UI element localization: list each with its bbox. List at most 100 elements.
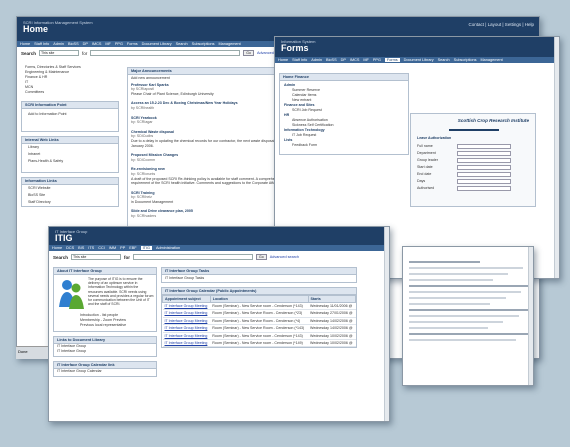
itig-search-for-label: for — [124, 254, 131, 260]
web-link-2[interactable]: Plans-Health & Safety — [22, 158, 118, 172]
form-fields: Full name Department Group leader Start dat… — [417, 144, 529, 193]
nav-tab[interactable]: DP — [341, 58, 346, 62]
itig-header: IT Interface Group ITIG — [49, 227, 389, 245]
nav-tab[interactable]: BioSS — [68, 42, 79, 46]
nav-tab[interactable]: DCS — [66, 246, 74, 250]
nav-tab[interactable]: Document Library — [142, 42, 172, 46]
nav-tab[interactable]: Document Library — [404, 58, 434, 62]
nav-tab[interactable]: Admin — [53, 42, 64, 46]
col-location-header[interactable]: Location — [209, 295, 309, 303]
info-link-0[interactable]: SCRI Website — [22, 185, 118, 192]
nav-tab[interactable]: CCI — [98, 246, 105, 250]
nav-tab[interactable]: Home — [278, 58, 288, 62]
calendar-table: Appointment subject Location Starts IT I… — [162, 295, 357, 348]
web-link-1[interactable]: Intranet — [22, 151, 118, 158]
nav-tab[interactable]: Forms — [384, 58, 400, 62]
itig-search-input[interactable] — [133, 254, 254, 260]
form-field-input[interactable] — [457, 172, 511, 177]
nav-tab[interactable]: Management — [218, 42, 240, 46]
nav-tab[interactable]: ITS — [88, 246, 94, 250]
info-link-2[interactable]: Staff Directory — [22, 199, 118, 206]
calendar-link[interactable]: IT Interface Group Calendar — [54, 369, 156, 376]
appointment-link[interactable]: IT Interface Group Meeting — [165, 311, 208, 315]
nav-tab[interactable]: Subscriptions — [192, 42, 215, 46]
nav-tab[interactable]: Management — [480, 58, 502, 62]
nav-tab[interactable]: PPG — [373, 58, 381, 62]
tasks-link[interactable]: IT Interface Group Tasks — [162, 275, 356, 282]
table-row[interactable]: IT Interface Group Meeting Room (Seminar)… — [162, 317, 356, 326]
nav-tab[interactable]: IMCS — [350, 58, 360, 62]
appointment-link[interactable]: IT Interface Group Meeting — [165, 341, 208, 345]
nav-tab[interactable]: Subscriptions — [454, 58, 477, 62]
document-text-line — [409, 291, 522, 293]
nav-tab[interactable]: MF — [105, 42, 110, 46]
document-scrollbar[interactable] — [528, 247, 533, 385]
itig-scrollbar[interactable] — [384, 227, 389, 421]
info-point-add-link[interactable]: Add to Information Point — [22, 109, 118, 131]
about-link[interactable]: Previous local representative — [80, 323, 152, 328]
itig-advanced-search-link[interactable]: Advanced search — [270, 255, 299, 259]
table-row[interactable]: IT Interface Group Meeting Room (Seminar)… — [162, 302, 356, 311]
document-text-line — [409, 267, 524, 269]
info-link-1[interactable]: BioSS Site — [22, 192, 118, 199]
nav-tab[interactable]: DP — [83, 42, 88, 46]
nav-tab[interactable]: EBF — [129, 246, 136, 250]
home-header-links[interactable]: Contact | Layout | Settings | Help — [468, 22, 534, 27]
nav-tab[interactable]: Home — [52, 246, 62, 250]
form-field-input[interactable] — [457, 144, 511, 149]
nav-tab[interactable]: BioSS — [326, 58, 337, 62]
appointment-link[interactable]: IT Interface Group Meeting — [165, 326, 208, 330]
nav-tab[interactable]: IMCS — [92, 42, 102, 46]
appointment-link[interactable]: IT Interface Group Meeting — [165, 304, 208, 308]
itig-search-scope-select[interactable]: This site — [71, 254, 122, 260]
form-field-input[interactable] — [457, 158, 511, 163]
form-field-input[interactable] — [457, 186, 511, 191]
nav-tab[interactable]: Home — [20, 42, 30, 46]
form-field-input[interactable] — [457, 165, 511, 170]
nav-tab[interactable]: Staff Info — [292, 58, 307, 62]
form-field-input[interactable] — [457, 151, 511, 156]
document-body — [409, 257, 533, 345]
table-cell: IT Interface Group Meeting — [162, 339, 211, 348]
left-nav-link[interactable]: Committees — [21, 90, 119, 95]
table-row[interactable]: IT Interface Group Meeting Room (Seminar)… — [162, 324, 356, 333]
nav-tab[interactable]: IMM — [109, 246, 116, 250]
table-cell: IT Interface Group Meeting — [162, 317, 211, 326]
nav-tab[interactable]: Forms — [127, 42, 138, 46]
form-field-input[interactable] — [457, 179, 511, 184]
nav-tab[interactable]: Search — [176, 42, 188, 46]
nav-tab[interactable]: ITIG — [140, 246, 153, 250]
form-logo: Scottish Crop Research Institute — [458, 118, 529, 123]
table-row[interactable]: IT Interface Group Meeting Room (Seminar)… — [162, 339, 356, 348]
nav-tab[interactable]: Staff Info — [34, 42, 49, 46]
form-field-row: Department — [417, 151, 529, 156]
tree-item[interactable]: Feedback Form — [284, 143, 404, 148]
form-field-label: Authorised — [417, 186, 435, 190]
nav-tab[interactable]: Search — [438, 58, 450, 62]
nav-tab[interactable]: MF — [363, 58, 368, 62]
search-input[interactable] — [90, 50, 241, 56]
form-heading: Leave Authorization — [417, 136, 452, 140]
nav-tab[interactable]: Administration — [156, 246, 180, 250]
itig-search-go-button[interactable]: Go — [256, 254, 267, 260]
search-go-button[interactable]: Go — [243, 50, 254, 56]
search-scope-select[interactable]: This site — [39, 50, 80, 56]
web-link-0[interactable]: Library — [22, 144, 118, 151]
appointment-link[interactable]: IT Interface Group Meeting — [165, 334, 208, 338]
appointment-link[interactable]: IT Interface Group Meeting — [165, 319, 208, 323]
col-starts-header[interactable]: Starts — [307, 295, 357, 303]
col-subject-header[interactable]: Appointment subject — [162, 295, 211, 303]
form-field-row: End date — [417, 172, 529, 177]
search-for-label: for — [82, 50, 88, 56]
forms-scrollbar[interactable] — [554, 37, 559, 278]
nav-tab[interactable]: PPG — [115, 42, 123, 46]
table-row[interactable]: IT Interface Group Meeting Room (Seminar)… — [162, 309, 356, 318]
form-field-label: End date — [417, 172, 432, 176]
nav-tab[interactable]: BIS — [78, 246, 84, 250]
itig-left-column: About IT Interface Group The purpose of … — [53, 267, 157, 381]
doc-library-link-1[interactable]: IT Interface Group — [54, 349, 156, 356]
table-row[interactable]: IT Interface Group Meeting Room (Seminar)… — [162, 332, 356, 341]
nav-tab[interactable]: Admin — [311, 58, 322, 62]
itig-page-title: ITIG — [55, 233, 73, 243]
nav-tab[interactable]: PP — [120, 246, 125, 250]
